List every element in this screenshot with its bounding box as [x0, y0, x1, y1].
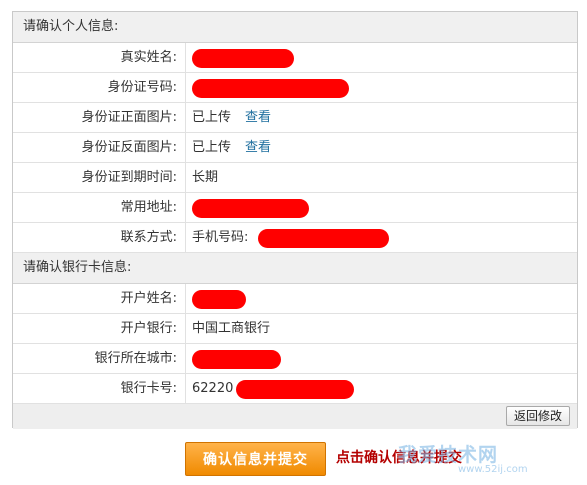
label-id-back: 身份证反面图片:	[13, 133, 186, 162]
card-number-prefix: 62220	[192, 381, 234, 396]
redaction-mark	[192, 290, 246, 309]
redaction-mark	[236, 380, 354, 399]
row-id-expiry: 身份证到期时间: 长期	[13, 163, 577, 193]
label-bank-name: 开户银行:	[13, 314, 186, 343]
redaction-mark	[192, 199, 309, 218]
view-id-back-link[interactable]: 查看	[245, 140, 271, 155]
label-card-number: 银行卡号:	[13, 374, 186, 403]
row-real-name: 真实姓名:	[13, 43, 577, 73]
value-bank-name: 中国工商银行	[192, 321, 271, 336]
value-id-number	[186, 73, 577, 102]
value-id-expiry: 长期	[192, 170, 219, 185]
label-bank-city: 银行所在城市:	[13, 344, 186, 373]
confirm-submit-button[interactable]: 确认信息并提交	[185, 442, 326, 476]
row-id-front: 身份证正面图片: 已上传 查看	[13, 103, 577, 133]
label-real-name: 真实姓名:	[13, 43, 186, 72]
row-id-back: 身份证反面图片: 已上传 查看	[13, 133, 577, 163]
row-bank-name: 开户银行: 中国工商银行	[13, 314, 577, 344]
label-id-number: 身份证号码:	[13, 73, 186, 102]
site-watermark: 我爱技术网	[398, 444, 499, 466]
row-contact: 联系方式: 手机号码:	[13, 223, 577, 253]
label-contact: 联系方式:	[13, 223, 186, 252]
redaction-mark	[192, 350, 281, 369]
back-to-edit-button[interactable]: 返回修改	[505, 406, 570, 426]
view-id-front-link[interactable]: 查看	[245, 110, 271, 125]
row-id-number: 身份证号码:	[13, 73, 577, 103]
value-contact: 手机号码:	[186, 223, 577, 252]
upload-status: 已上传	[192, 110, 232, 125]
label-id-expiry: 身份证到期时间:	[13, 163, 186, 192]
label-id-front: 身份证正面图片:	[13, 103, 186, 132]
panel-footer: 返回修改	[13, 404, 577, 429]
row-account-name: 开户姓名:	[13, 284, 577, 314]
bank-info-heading: 请确认银行卡信息:	[13, 253, 577, 284]
redaction-mark	[192, 79, 349, 98]
row-card-number: 银行卡号: 62220	[13, 374, 577, 404]
label-account-name: 开户姓名:	[13, 284, 186, 313]
row-bank-city: 银行所在城市:	[13, 344, 577, 374]
value-address	[186, 193, 577, 222]
row-address: 常用地址:	[13, 193, 577, 223]
confirmation-panel: 请确认个人信息: 真实姓名: 身份证号码: 身份证正面图片: 已上传 查看 身份证…	[12, 11, 578, 429]
value-account-name	[186, 284, 577, 313]
personal-info-heading: 请确认个人信息:	[13, 12, 577, 43]
redaction-mark	[258, 229, 389, 248]
value-card-number: 62220	[186, 374, 577, 403]
value-id-back: 已上传 查看	[186, 133, 577, 162]
value-real-name	[186, 43, 577, 72]
value-bank-city	[186, 344, 577, 373]
site-watermark-url: www.52ij.com	[458, 464, 528, 475]
upload-status: 已上传	[192, 140, 232, 155]
redaction-mark	[192, 49, 294, 68]
contact-prefix: 手机号码:	[192, 230, 249, 245]
label-address: 常用地址:	[13, 193, 186, 222]
value-id-front: 已上传 查看	[186, 103, 577, 132]
